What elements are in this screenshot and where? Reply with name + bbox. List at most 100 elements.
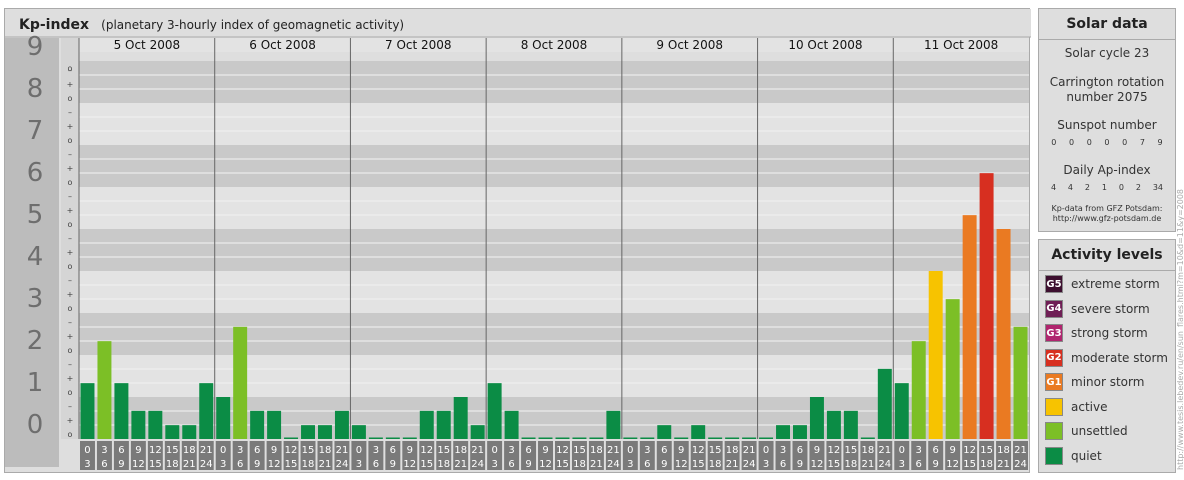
solar-data-title: Solar data <box>1066 16 1148 32</box>
legend-swatch <box>1045 446 1063 465</box>
time-end-label: 9 <box>390 459 396 470</box>
minor-tick-label: – <box>68 234 72 243</box>
time-start-label: 9 <box>814 445 820 456</box>
time-end-label: 12 <box>675 459 688 470</box>
legend-item-minor-storm: G1 minor storm <box>1045 372 1144 392</box>
time-start-label: 3 <box>101 445 107 456</box>
kp-bar <box>640 437 655 439</box>
time-start-label: 21 <box>743 445 756 456</box>
time-end-label: 3 <box>220 459 226 470</box>
band-8 <box>61 61 1029 103</box>
kp-bar <box>776 425 790 439</box>
time-end-label: 24 <box>1014 459 1027 470</box>
time-end-label: 3 <box>763 459 769 470</box>
time-end-label: 6 <box>237 459 243 470</box>
time-start-label: 18 <box>590 445 603 456</box>
minor-tick-label: – <box>68 360 72 369</box>
minor-tick-label: o <box>68 262 73 271</box>
kp-bar <box>911 341 926 439</box>
legend-swatch: G4 <box>1045 299 1063 318</box>
day-label: 7 Oct 2008 <box>385 38 452 52</box>
kp-bar <box>216 397 231 439</box>
source-line1: Kp-data from GFZ Potsdam: <box>1051 204 1163 213</box>
kp-bar <box>843 410 858 439</box>
kp-bar <box>165 425 180 439</box>
solar-data-header: Solar data <box>1039 9 1175 40</box>
time-end-label: 15 <box>692 459 705 470</box>
minor-tick-label: + <box>67 416 74 425</box>
band-7 <box>61 103 1029 145</box>
y-tick-label: 3 <box>27 284 44 314</box>
y-tick-label: 5 <box>27 200 44 230</box>
kp-bar <box>267 410 282 439</box>
time-end-label: 24 <box>607 459 620 470</box>
time-end-label: 12 <box>946 459 959 470</box>
time-end-label: 21 <box>726 459 739 470</box>
kp-bar <box>809 397 824 439</box>
time-start-label: 6 <box>933 445 939 456</box>
time-end-label: 21 <box>454 459 467 470</box>
time-start-label: 0 <box>763 445 769 456</box>
legend-label: minor storm <box>1071 375 1145 389</box>
ap-value-2: 2 <box>1084 183 1090 192</box>
chart-title: Kp-index <box>19 17 89 33</box>
kp-bar <box>996 229 1011 439</box>
kp-bar <box>894 383 909 439</box>
time-start-label: 18 <box>997 445 1010 456</box>
time-start-label: 0 <box>627 445 633 456</box>
time-start-label: 21 <box>607 445 620 456</box>
kp-bar <box>759 437 774 439</box>
time-start-label: 6 <box>390 445 396 456</box>
minor-tick-label: + <box>67 374 74 383</box>
time-end-label: 18 <box>302 459 315 470</box>
chart-title-row: Kp-index (planetary 3-hourly index of ge… <box>19 17 404 33</box>
kp-bar <box>725 437 740 439</box>
kp-bar <box>793 425 807 439</box>
band-6 <box>61 145 1029 187</box>
watermark-text[interactable]: http://www.tesis.lebedev.ru/en/sun_flare… <box>1176 189 1184 470</box>
sunspot-value-5: 7 <box>1139 138 1145 147</box>
kp-bar <box>368 437 383 439</box>
time-start-label: 9 <box>407 445 413 456</box>
kp-bar <box>538 437 553 439</box>
time-end-label: 18 <box>573 459 586 470</box>
solar-cycle: Solar cycle 23 <box>1064 46 1150 60</box>
time-end-label: 12 <box>403 459 416 470</box>
time-start-label: 18 <box>861 445 874 456</box>
activity-title: Activity levels <box>1051 247 1163 263</box>
kp-bar <box>284 437 299 439</box>
minor-tick-label: o <box>68 94 73 103</box>
time-start-label: 21 <box>1014 445 1027 456</box>
kp-bar <box>962 215 977 439</box>
carrington-line1: Carrington rotation <box>1049 75 1165 89</box>
kp-bar <box>351 425 366 439</box>
kp-bar <box>233 326 248 439</box>
legend-item-unsettled: unsettled <box>1045 421 1128 441</box>
time-start-label: 0 <box>220 445 226 456</box>
minor-tick-label: – <box>68 276 72 285</box>
time-end-label: 9 <box>933 459 939 470</box>
time-start-label: 12 <box>420 445 433 456</box>
legend-label: unsettled <box>1071 424 1128 438</box>
time-end-label: 15 <box>420 459 433 470</box>
kp-bar <box>928 271 943 439</box>
legend-label: extreme storm <box>1071 277 1160 291</box>
minor-tick-label: o <box>68 346 73 355</box>
time-end-label: 21 <box>861 459 874 470</box>
time-end-label: 12 <box>811 459 824 470</box>
time-end-label: 9 <box>661 459 667 470</box>
minor-tick-label: + <box>67 122 74 131</box>
kp-bar <box>250 410 265 439</box>
y-tick-label: 1 <box>27 368 44 398</box>
sunspot-value-0: 0 <box>1051 138 1057 147</box>
time-end-label: 9 <box>797 459 803 470</box>
legend-swatch: G5 <box>1045 275 1063 293</box>
time-start-label: 0 <box>491 445 497 456</box>
kp-bar <box>691 425 706 439</box>
kp-bar <box>402 437 417 439</box>
time-end-label: 21 <box>319 459 332 470</box>
time-end-label: 6 <box>373 459 379 470</box>
time-start-label: 18 <box>454 445 467 456</box>
source-link[interactable]: http://www.gfz-potsdam.de <box>1039 214 1175 224</box>
time-end-label: 3 <box>491 459 497 470</box>
